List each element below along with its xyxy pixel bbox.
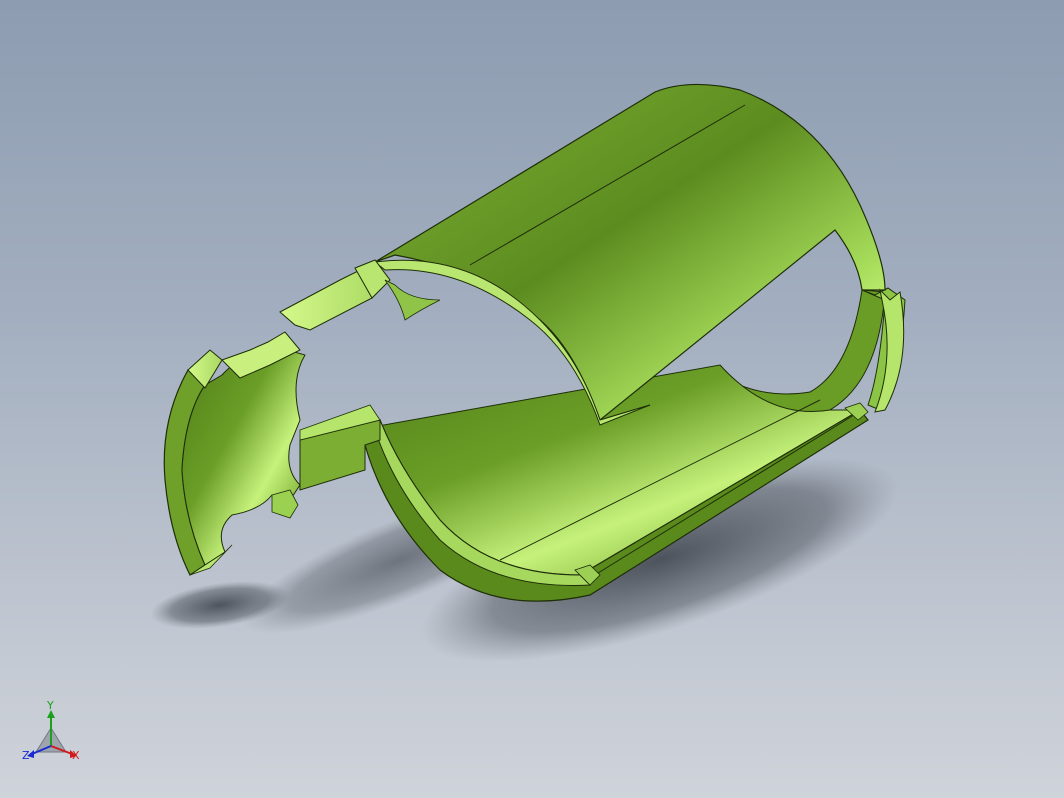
- 3d-model-view[interactable]: [0, 0, 1064, 798]
- outer-cylinder-upper: [373, 83, 886, 426]
- z-axis-label: Z: [22, 749, 30, 762]
- y-axis-label: Y: [47, 699, 54, 712]
- graphics-viewport[interactable]: Y Z X: [0, 0, 1064, 798]
- view-orientation-triad[interactable]: Y Z X: [18, 700, 88, 770]
- x-axis-label: X: [72, 749, 80, 762]
